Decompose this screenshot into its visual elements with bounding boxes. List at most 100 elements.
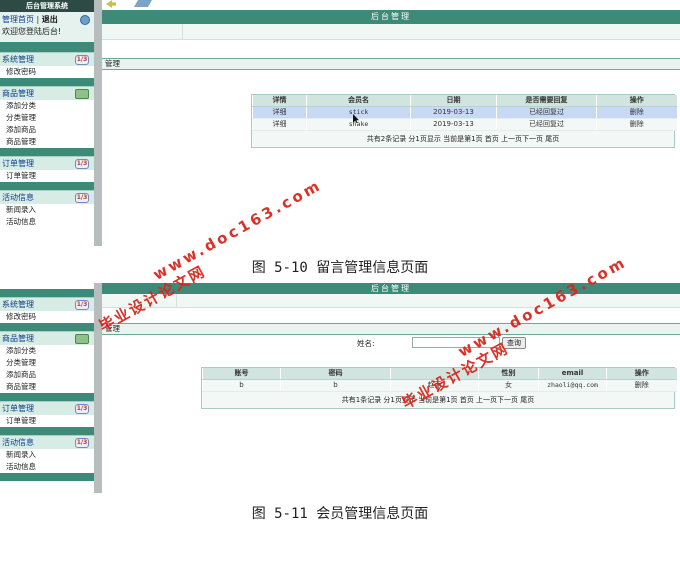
member-name: stick — [306, 106, 411, 119]
column-header: 是否需要回复 — [496, 95, 597, 107]
sidebar-item-order-management[interactable]: 订单管理 — [0, 415, 94, 427]
sidebar-item-category-management[interactable]: 分类管理 — [0, 112, 94, 124]
figure-caption: 图 5-10 留言管理信息页面 — [251, 260, 429, 276]
title-subrow — [102, 294, 680, 308]
column-header: 性别 — [478, 368, 539, 380]
sidebar-group-activities[interactable]: 活动信息 1/3 — [0, 190, 94, 204]
sidebar-group-system[interactable]: 系统管理 1/3 — [0, 52, 94, 66]
column-header: 会员名 — [306, 95, 411, 107]
sidebar-group-label: 商品管理 — [2, 334, 34, 343]
sidebar-item-category-management[interactable]: 分类管理 — [0, 357, 94, 369]
sidebar-welcome-box: 管理首页 | 退出 欢迎您登陆后台! — [0, 12, 94, 42]
delete-link[interactable]: 删除 — [596, 106, 677, 119]
column-header: 操作 — [606, 368, 677, 380]
welcome-text: 欢迎您登陆后台! — [2, 27, 62, 36]
sidebar-divider — [0, 473, 94, 481]
reply-status: 已经回复过 — [496, 118, 597, 131]
sidebar-divider — [0, 393, 94, 401]
sidebar-item-order-management[interactable]: 订单管理 — [0, 170, 94, 182]
sidebar-item-add-category[interactable]: 添加分类 — [0, 345, 94, 357]
pagination[interactable]: 共有2条记录 分1页显示 当前是第1页 首页 上一页下一页 尾页 — [252, 130, 674, 147]
sidebar-item-news-entry[interactable]: 新闻录入 — [0, 204, 94, 216]
sidebar-item-news-entry[interactable]: 新闻录入 — [0, 449, 94, 461]
column-header: email — [538, 368, 607, 380]
search-bar: 姓名: 查询 — [102, 335, 680, 351]
sidebar-item-activity-info[interactable]: 活动信息 — [0, 461, 94, 473]
sidebar-group-label: 系统管理 — [2, 55, 34, 64]
password-cell: b — [280, 379, 391, 392]
gender-cell: 女 — [478, 379, 539, 392]
sidebar-group-activities[interactable]: 活动信息 1/3 — [0, 435, 94, 449]
sidebar-item-activity-info[interactable]: 活动信息 — [0, 216, 94, 228]
sidebar-item-add-category[interactable]: 添加分类 — [0, 100, 94, 112]
sidebar-divider — [0, 427, 94, 435]
sidebar-header: 后台管理系统 — [0, 0, 94, 12]
sidebar-group-label: 订单管理 — [2, 159, 34, 168]
sidebar-divider — [0, 42, 94, 52]
main-content: 后台管理 管理 详情 会员名 日期 是否需要回复 操作 详细 stick 201… — [102, 0, 680, 246]
column-header: 详情 — [252, 95, 307, 107]
title-subrow — [102, 24, 680, 40]
sidebar-group-orders[interactable]: 订单管理 1/3 — [0, 156, 94, 170]
sidebar-item-goods-management[interactable]: 商品管理 — [0, 136, 94, 148]
table-row[interactable]: 详细 snake 2019-03-13 已经回复过 删除 — [252, 118, 677, 131]
sidebar-group-system[interactable]: 系统管理 1/3 — [0, 297, 94, 311]
group-badge-icon: 1/3 — [75, 159, 89, 169]
folder-icon — [75, 89, 89, 99]
delete-link[interactable]: 删除 — [606, 379, 677, 392]
sidebar-item-change-password[interactable]: 修改密码 — [0, 66, 94, 78]
folder-icon — [75, 334, 89, 344]
screenshot-message-management: 后台管理系统 管理首页 | 退出 欢迎您登陆后台! 系统管理 1/3 修改密码 … — [0, 0, 680, 246]
reply-status: 已经回复过 — [496, 106, 597, 119]
page-title: 后台管理 — [102, 10, 680, 24]
group-badge-icon: 1/3 — [75, 55, 89, 65]
sidebar: 系统管理 1/3 修改密码 商品管理 添加分类 分类管理 添加商品 商品管理 订… — [0, 283, 94, 493]
sidebar-item-change-password[interactable]: 修改密码 — [0, 311, 94, 323]
group-badge-icon: 1/3 — [75, 300, 89, 310]
column-header: 操作 — [596, 95, 677, 107]
sidebar-divider — [0, 78, 94, 86]
sidebar: 后台管理系统 管理首页 | 退出 欢迎您登陆后台! 系统管理 1/3 修改密码 … — [0, 0, 94, 246]
date-cell: 2019-03-13 — [410, 118, 497, 131]
sidebar-group-goods[interactable]: 商品管理 — [0, 86, 94, 100]
sidebar-group-label: 活动信息 — [2, 193, 34, 202]
sidebar-divider — [0, 148, 94, 156]
home-link[interactable]: 管理首页 — [2, 15, 34, 24]
sidebar-group-label: 活动信息 — [2, 438, 34, 447]
table-row[interactable]: 详细 stick 2019-03-13 已经回复过 删除 — [252, 106, 677, 119]
sidebar-item-goods-management[interactable]: 商品管理 — [0, 381, 94, 393]
sidebar-group-goods[interactable]: 商品管理 — [0, 331, 94, 345]
back-arrow-icon[interactable] — [106, 0, 116, 8]
column-header: 密码 — [280, 368, 391, 380]
link-separator: | — [36, 15, 40, 24]
main-content: 后台管理 管理 姓名: 查询 账号 密码 性别 email 操作 b b 赵丽 … — [102, 283, 680, 493]
group-badge-icon: 1/3 — [75, 438, 89, 448]
column-header: 账号 — [202, 368, 281, 380]
message-table: 详情 会员名 日期 是否需要回复 操作 详细 stick 2019-03-13 … — [251, 94, 677, 148]
logout-link[interactable]: 退出 — [42, 15, 58, 24]
delete-link[interactable]: 删除 — [596, 118, 677, 131]
sidebar-divider — [0, 289, 94, 297]
date-cell: 2019-03-13 — [410, 106, 497, 119]
detail-link[interactable]: 详细 — [252, 106, 307, 119]
edit-icon[interactable] — [133, 0, 153, 7]
sidebar-divider — [0, 182, 94, 190]
sidebar-divider — [0, 323, 94, 331]
sidebar-group-label: 商品管理 — [2, 89, 34, 98]
group-badge-icon: 1/3 — [75, 404, 89, 414]
detail-link[interactable]: 详细 — [252, 118, 307, 131]
sidebar-item-add-goods[interactable]: 添加商品 — [0, 369, 94, 381]
column-header: 日期 — [410, 95, 497, 107]
sidebar-scroll-strip — [94, 0, 102, 246]
sidebar-group-label: 系统管理 — [2, 300, 34, 309]
sidebar-item-add-goods[interactable]: 添加商品 — [0, 124, 94, 136]
figure-caption: 图 5-11 会员管理信息页面 — [251, 506, 429, 522]
name-label: 姓名: — [357, 339, 375, 348]
sidebar-group-orders[interactable]: 订单管理 1/3 — [0, 401, 94, 415]
section-title: 管理 — [102, 58, 680, 70]
sidebar-group-label: 订单管理 — [2, 404, 34, 413]
account-cell: b — [202, 379, 281, 392]
settings-icon — [80, 15, 90, 25]
section-title: 管理 — [102, 323, 680, 335]
top-toolbar — [102, 0, 680, 10]
